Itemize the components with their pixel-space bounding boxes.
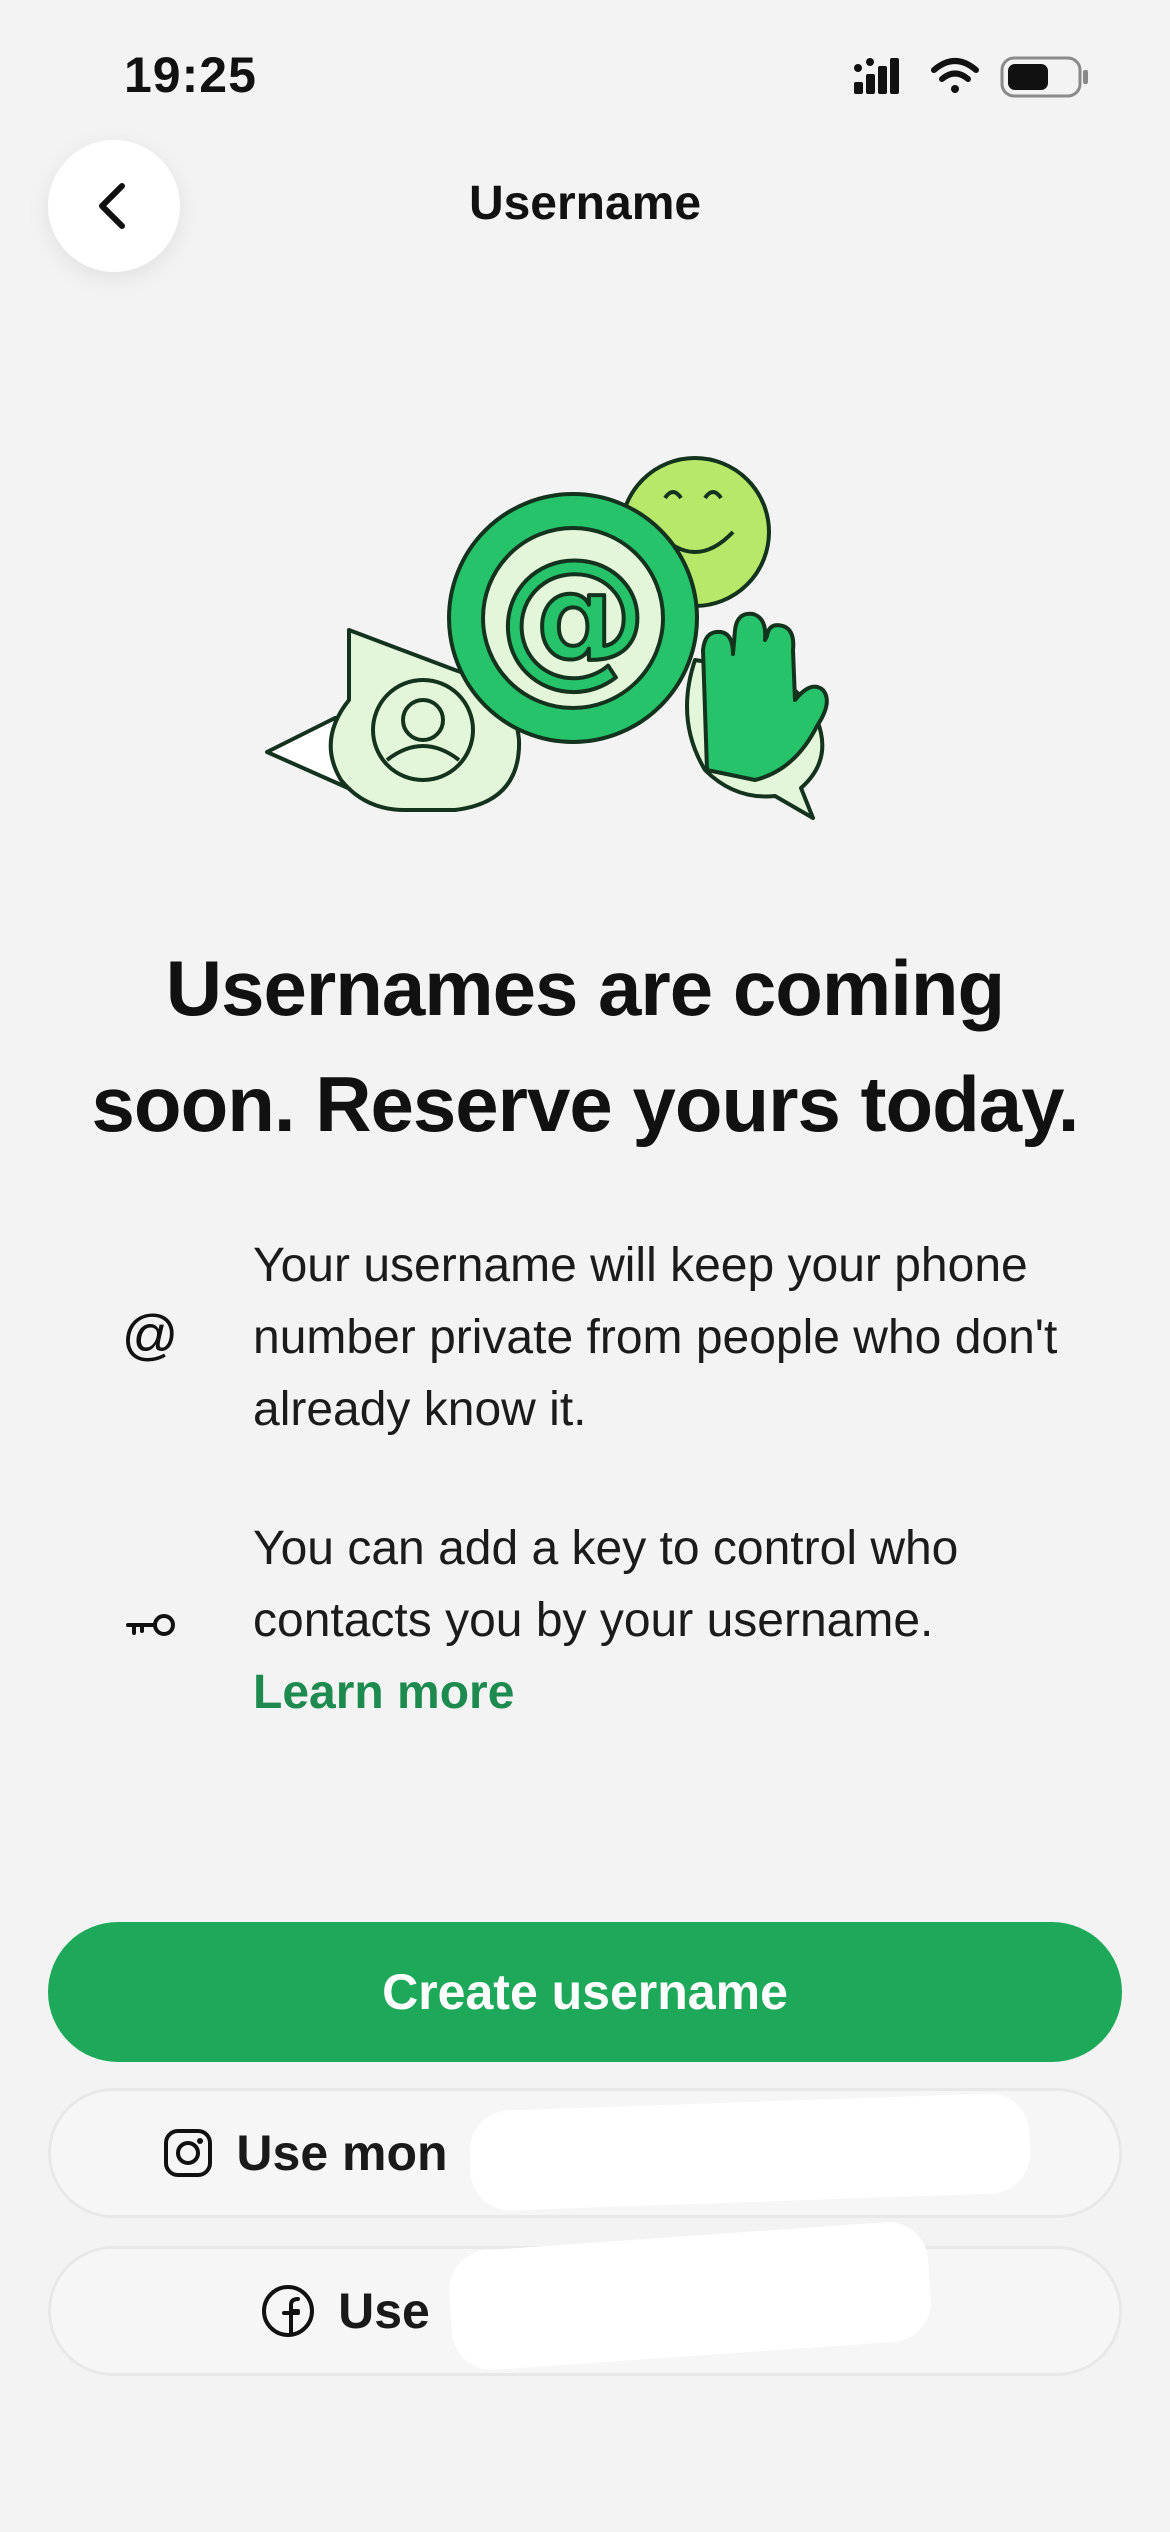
svg-text:@: @ [498, 528, 648, 702]
at-icon: @ [121, 1303, 179, 1366]
status-icons [854, 56, 1088, 98]
feature-username-key: You can add a key to control who contact… [0, 1513, 1170, 1733]
instagram-icon [164, 2129, 213, 2177]
learn-more-link[interactable]: Learn more [253, 1657, 1113, 1729]
feature-username-key-text: You can add a key to control who contact… [253, 1513, 1113, 1729]
wifi-icon [931, 58, 979, 93]
create-username-button[interactable]: Create username [48, 1922, 1122, 2062]
page-title: Username [468, 177, 702, 230]
headline: Usernames are coming soon. Reserve yours… [91, 944, 1080, 1148]
status-time: 19:25 [124, 47, 257, 103]
feature-private-number-text: Your username will keep your phone numbe… [253, 1239, 1058, 1436]
feature-username-key-body: You can add a key to control who contact… [253, 1522, 959, 1647]
signal-icon [854, 58, 899, 94]
use-facebook-label: Use [338, 2283, 430, 2339]
use-instagram-label: Use mon [236, 2125, 448, 2181]
battery-icon [1000, 56, 1088, 98]
redaction-mark [468, 2092, 1032, 2212]
usernames-illustration: @ [265, 456, 829, 820]
key-icon [126, 1614, 175, 1636]
facebook-icon [262, 2285, 315, 2337]
status-bar: 19:25 [0, 0, 1170, 150]
feature-private-number: @ Your username will keep your phone num… [0, 1230, 1170, 1450]
